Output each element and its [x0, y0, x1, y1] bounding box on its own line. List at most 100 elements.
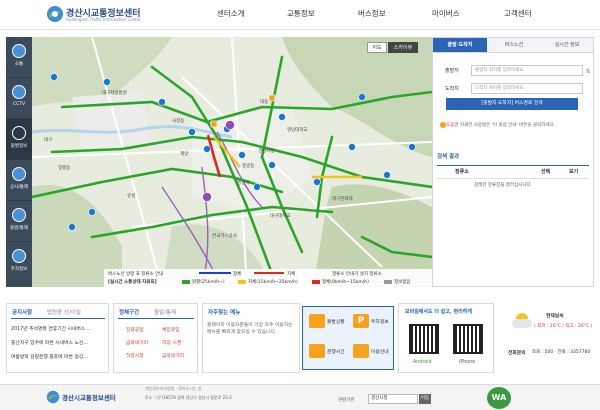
svg-text:대구대학교: 대구대학교 [270, 212, 291, 219]
svg-text:한국가스공사: 한국가스공사 [212, 232, 238, 239]
congestion-divider [118, 318, 194, 319]
frequent-menu-desc: 홈페이지 이용자분들이 가장 자주 이용하는 메뉴를 빠르게 찾으실 수 있습니… [207, 323, 293, 335]
notice-divider [11, 318, 105, 319]
svg-text:경산역: 경산역 [237, 179, 249, 186]
android-qr-icon[interactable] [409, 324, 439, 354]
col-select: 선택 [541, 169, 551, 175]
logo-icon[interactable] [46, 5, 64, 23]
nav-my-bus[interactable]: 마이버스 [432, 8, 460, 19]
sidebar-item-label: 공사/통제 [9, 185, 29, 190]
to-label: 도착지 [445, 86, 459, 92]
skyview-button[interactable]: 스카이뷰 [388, 42, 418, 53]
traffic-map[interactable]: 경산시청 대구지방법원 영남대학교 대구대학교 대구한의대 경산역 계양 한국가… [32, 37, 432, 287]
from-label: 출발지 [445, 68, 459, 74]
legend-bus-label: 버스노선 방향 표 정류소 안내 [108, 272, 164, 277]
tab-origin-destination[interactable]: 출발·도착지 [433, 38, 487, 53]
nav-center-intro[interactable]: 센터소개 [217, 8, 245, 19]
tab-bus-route[interactable]: 버스노선 [487, 38, 541, 53]
notice-item[interactable]: 중산지구 입주에 따른 시내버스 노선... [11, 339, 88, 346]
web-accessibility-badge: WA [487, 387, 511, 409]
route-search-button[interactable]: [출발지·도착지] 버스경로 검색 [446, 98, 578, 110]
col-stop: 정류소 [455, 169, 469, 175]
svg-text:영남대학교: 영남대학교 [287, 126, 308, 133]
weather-panel: 현재날씨 ( 최저 : 16°C / 최고 : 26°C ) 전화문의 조회 :… [498, 303, 594, 373]
mobile-title: 모바일에서도 더 쉽고, 편리하게 [405, 309, 472, 315]
results-empty: 검색한 정류장을 골라십시니다 [474, 183, 531, 188]
construction-icon [12, 167, 26, 181]
incident-icon [12, 126, 26, 140]
notice-item[interactable]: 여름방학 감량운행 중층에 따른 정상... [11, 353, 88, 360]
iphone-label[interactable]: iPhone [459, 360, 475, 365]
legend-smooth-label: 원활(25km/h~) [192, 280, 225, 285]
from-input[interactable]: 출발지 위치를 입력하세요 [471, 65, 583, 76]
legend-jam-line [254, 272, 284, 274]
sidebar-item-incident[interactable]: 돌발정보 [6, 119, 32, 160]
footer-title: 경산시교통정보센터 [62, 394, 116, 402]
table-divider [437, 178, 589, 179]
tab-realtime-info[interactable]: 실시간 정보 [541, 38, 593, 53]
legend-none-label: 정보없음 [394, 280, 411, 285]
map-legend: 버스노선 방향 표 정류소 안내 정체 지체 정류소 안내기 설치 정류소 [실… [104, 269, 432, 287]
sidebar-item-label: 돌발정보 [10, 144, 28, 149]
help-text: 자세한 사용법은 '이 올림 안내' 버튼을 클릭하세요. [459, 123, 556, 128]
svg-text:대동: 대동 [260, 98, 268, 105]
congestion-status: 금락네거리 [162, 354, 185, 359]
notice-item[interactable]: 2017년 추석명절 연휴기간 시내버스 ... [11, 325, 91, 332]
related-sites-label: 관련기관 [338, 398, 355, 403]
congestion-road[interactable]: 하양시청 [126, 352, 144, 359]
sidebar-item-construction[interactable]: 공사/통제 [6, 160, 32, 201]
tab-notices[interactable]: 공지사항 [12, 308, 32, 316]
menu-guide-label[interactable]: 이용안내 [371, 348, 389, 355]
results-title: 검색 결과 [437, 154, 460, 160]
guide-menu-icon[interactable] [353, 344, 369, 358]
schedule-menu-icon[interactable] [309, 344, 325, 358]
tab-incident-control[interactable]: 돌발/통제 [154, 308, 176, 316]
frequent-menu-title: 자주찾는 메뉴 [208, 310, 241, 316]
nav-customer-center[interactable]: 고객센터 [504, 8, 532, 19]
sidebar-item-parking[interactable]: 주차정보 [6, 242, 32, 283]
related-sites-select[interactable]: 경산시청 [368, 394, 418, 404]
swap-icon[interactable]: ⇅ [584, 62, 592, 82]
nav-bus-info[interactable]: 버스정보 [358, 8, 386, 19]
svg-text:대구지방법원: 대구지방법원 [102, 89, 127, 96]
legend-jam-range: 정체(0km/h~15km/h) [322, 280, 369, 285]
footer-logo-icon [46, 390, 60, 404]
sidebar-item-traffic[interactable]: 소통 [6, 37, 32, 78]
congestion-status: 허장 시경 [162, 341, 182, 346]
menu-parking-label[interactable]: 주차정보 [371, 318, 389, 325]
cctv-icon [12, 85, 26, 99]
parking-menu-icon[interactable]: P [353, 314, 369, 328]
svg-text:사정동: 사정동 [172, 117, 184, 124]
svg-text:대구한의대: 대구한의대 [332, 195, 353, 202]
legend-slow-range: 지체(15km/h~25km/h) [248, 280, 298, 285]
parking-icon [12, 249, 26, 263]
legend-slow-label: 지체 [287, 272, 296, 277]
legend-status-title: [실시간 소통상태 자료표] [108, 280, 157, 285]
menu-schedule-label[interactable]: 운행시간 [327, 348, 345, 355]
tab-route-changes[interactable]: 법원중 선/이설 [47, 308, 81, 316]
congestion-road[interactable]: 진량공업 [126, 326, 144, 333]
svg-text:대구: 대구 [44, 136, 52, 143]
map-canvas[interactable]: 경산시청 대구지방법원 영남대학교 대구대학교 대구한의대 경산역 계양 한국가… [32, 37, 432, 287]
nav-traffic-info[interactable]: 교통정보 [287, 8, 315, 19]
footer-links[interactable]: 개인정보처리방침 · 찾아오시는 길 [145, 386, 202, 392]
svg-text:유성: 유성 [127, 192, 135, 199]
legend-none-swatch [384, 280, 392, 284]
menu-incident-label[interactable]: 돌발상황 [327, 318, 345, 325]
related-go-button[interactable]: 이동 [419, 394, 431, 404]
sidebar-item-label: 주차정보 [10, 267, 28, 272]
tab-congestion[interactable]: 정체구간 [119, 308, 139, 316]
map-view-button[interactable]: 지도 [367, 42, 387, 53]
menu-icon-grid: 돌발상황 P 주차정보 운행시간 이용안내 [302, 306, 394, 370]
svg-text:계양: 계양 [180, 150, 188, 157]
congestion-road[interactable]: 금락네거리 [126, 339, 148, 346]
to-input[interactable]: 도착지 위치를 입력하세요 [471, 83, 583, 94]
sidebar-item-cctv[interactable]: CCTV [6, 78, 32, 119]
sidebar-item-control[interactable]: 돌발/통제 [6, 201, 32, 242]
sidebar-item-label: CCTV [12, 102, 26, 107]
android-label[interactable]: Android [413, 360, 432, 365]
frequent-menu-panel: 자주찾는 메뉴 홈페이지 이용자분들이 가장 자주 이용하는 메뉴를 빠르게 찾… [202, 303, 300, 373]
incident-menu-icon[interactable] [309, 314, 325, 328]
iphone-qr-icon[interactable] [453, 324, 483, 354]
svg-text:중방동: 중방동 [242, 162, 254, 169]
